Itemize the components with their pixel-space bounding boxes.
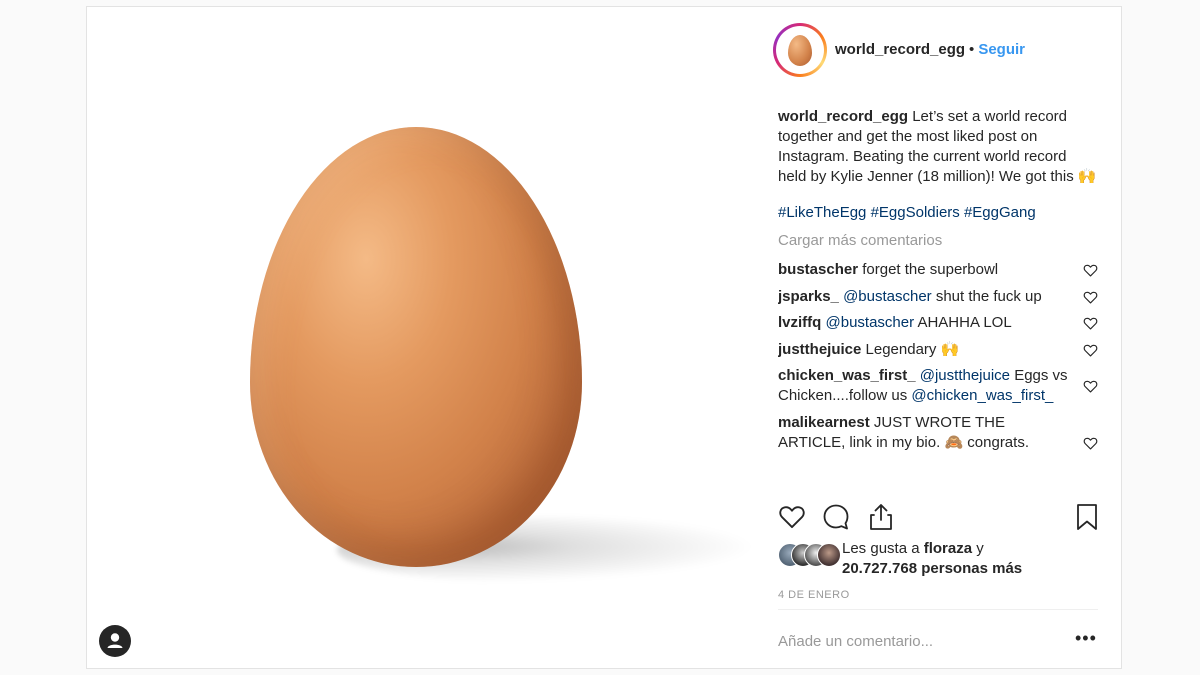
share-icon[interactable]: [868, 503, 894, 531]
instagram-post: world_record_egg • Seguir world_record_egg…: [86, 6, 1122, 669]
divider: [778, 609, 1098, 610]
heart-icon[interactable]: [1083, 436, 1098, 450]
likes-summary: Les gusta a floraza y 20.727.768 persona…: [778, 539, 1098, 583]
load-more-comments[interactable]: Cargar más comentarios: [778, 231, 1098, 251]
comment-mention[interactable]: @justthejuice: [920, 367, 1010, 384]
comment-item: jsparks_ @bustascher shut the fuck up: [778, 287, 1098, 307]
comment-icon[interactable]: [822, 503, 850, 531]
heart-icon[interactable]: [1083, 290, 1098, 304]
bookmark-icon[interactable]: [1076, 503, 1098, 531]
comment-text: shut the fuck up: [935, 287, 1042, 305]
heart-icon[interactable]: [1083, 379, 1098, 393]
hashtags[interactable]: #LikeTheEgg #EggSoldiers #EggGang: [778, 203, 1098, 223]
avatar[interactable]: [773, 23, 827, 77]
likes-count[interactable]: 20.727.768 personas más: [842, 560, 1022, 577]
comment-username[interactable]: justthejuice: [778, 341, 861, 358]
post-sidebar: world_record_egg • Seguir world_record_egg…: [757, 7, 1121, 668]
comment-text: AHAHHA LOL: [917, 314, 1012, 331]
likes-prefix: Les gusta a: [842, 540, 920, 557]
egg-image: [250, 127, 582, 567]
avatar-egg-image: [788, 35, 812, 66]
heart-icon[interactable]: [778, 503, 806, 529]
comment-item: chicken_was_first_ @justthejuice Eggs vs…: [778, 366, 1098, 406]
comment-text: Legendary 🙌: [865, 340, 960, 358]
comment-username[interactable]: jsparks_: [778, 288, 839, 305]
comment-username[interactable]: chicken_was_first_: [778, 367, 916, 384]
liker-avatar: [817, 543, 841, 567]
user-icon: [107, 633, 123, 648]
comment-item: justthejuice Legendary 🙌: [778, 340, 1098, 360]
action-bar: [778, 503, 1098, 533]
follow-button[interactable]: Seguir: [978, 41, 1025, 58]
separator-dot: •: [969, 41, 975, 58]
comment-mention[interactable]: @bustascher: [843, 288, 932, 305]
post-date[interactable]: 4 DE ENERO: [778, 589, 850, 601]
comment-username[interactable]: malikearnest: [778, 414, 870, 431]
post-header: world_record_egg • Seguir: [757, 7, 1121, 91]
caption-username[interactable]: world_record_egg: [778, 108, 908, 125]
user-tag-icon[interactable]: [99, 625, 131, 657]
comment-mention[interactable]: @bustascher: [826, 314, 915, 331]
comment-username[interactable]: lvziffq: [778, 314, 821, 331]
heart-icon[interactable]: [1083, 316, 1098, 330]
comment-username[interactable]: bustascher: [778, 261, 858, 278]
comment-item: malikearnest JUST WROTE THE ARTICLE, lin…: [778, 413, 1098, 453]
heart-icon[interactable]: [1083, 343, 1098, 357]
more-options-button[interactable]: •••: [1075, 629, 1097, 651]
liker-avatars[interactable]: [778, 543, 841, 567]
comments-list[interactable]: world_record_egg Let’s set a world recor…: [778, 107, 1098, 493]
comment-mention[interactable]: @chicken_was_first_: [911, 387, 1053, 404]
author-username[interactable]: world_record_egg: [835, 41, 965, 58]
comment-item: lvziffq @bustascher AHAHHA LOL: [778, 313, 1098, 333]
add-comment-input[interactable]: [778, 629, 1038, 653]
heart-icon[interactable]: [1083, 263, 1098, 277]
likes-joiner: y: [976, 540, 984, 557]
likes-user[interactable]: floraza: [924, 540, 972, 557]
comment-item: bustascher forget the superbowl: [778, 260, 1098, 280]
post-photo[interactable]: [87, 7, 757, 668]
comment-text: forget the superbowl: [862, 261, 999, 278]
post-caption: world_record_egg Let’s set a world recor…: [778, 107, 1098, 187]
